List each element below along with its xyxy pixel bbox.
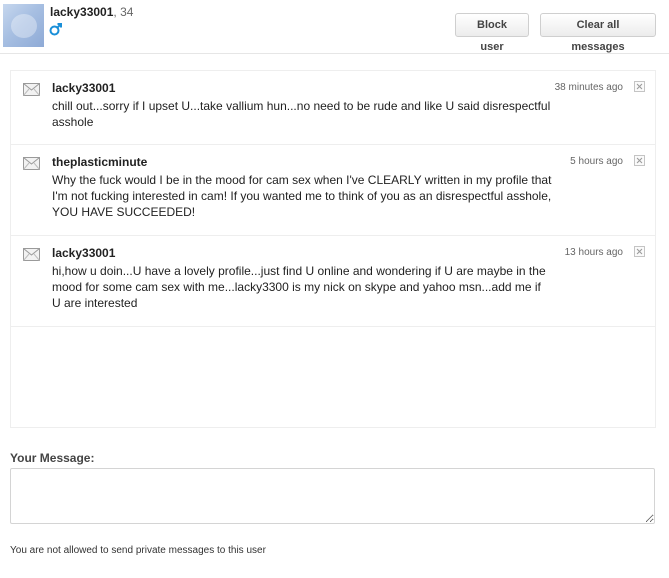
avatar[interactable] (3, 4, 44, 47)
envelope-icon (23, 83, 40, 96)
delete-message-icon[interactable] (634, 155, 645, 166)
clear-all-messages-button[interactable]: Clear all messages (540, 13, 656, 53)
envelope-icon (23, 248, 40, 261)
message-body: hi,how u doin...U have a lovely profile.… (52, 264, 546, 310)
username[interactable]: lacky33001 (50, 5, 113, 19)
message-sender[interactable]: theplasticminute (52, 155, 147, 169)
envelope-icon (23, 157, 40, 170)
message-sender[interactable]: lacky33001 (52, 246, 115, 260)
message-item: lacky33001 38 minutes ago chill out...so… (11, 71, 655, 145)
block-user-button[interactable]: Block user (455, 13, 529, 53)
message-sender[interactable]: lacky33001 (52, 81, 115, 95)
message-body: chill out...sorry if I upset U...take va… (52, 99, 551, 129)
message-body: Why the fuck would I be in the mood for … (52, 173, 552, 219)
delete-message-icon[interactable] (634, 81, 645, 92)
message-item: lacky33001 13 hours ago hi,how u doin...… (11, 236, 655, 327)
male-symbol-icon (49, 23, 62, 36)
delete-message-icon[interactable] (634, 246, 645, 257)
message-textarea[interactable] (10, 468, 655, 524)
message-time: 5 hours ago (570, 156, 623, 167)
message-thread[interactable]: lacky33001 38 minutes ago chill out...so… (10, 70, 656, 428)
message-item: theplasticminute 5 hours ago Why the fuc… (11, 145, 655, 236)
message-time: 38 minutes ago (554, 82, 623, 93)
compose-label: Your Message: (10, 451, 95, 465)
permission-notice: You are not allowed to send private mess… (10, 545, 266, 556)
user-age: , 34 (113, 5, 134, 19)
conversation-header: lacky33001, 34 Block user Clear all mess… (0, 0, 669, 54)
user-info: lacky33001, 34 (50, 5, 133, 19)
message-time: 13 hours ago (564, 247, 623, 258)
